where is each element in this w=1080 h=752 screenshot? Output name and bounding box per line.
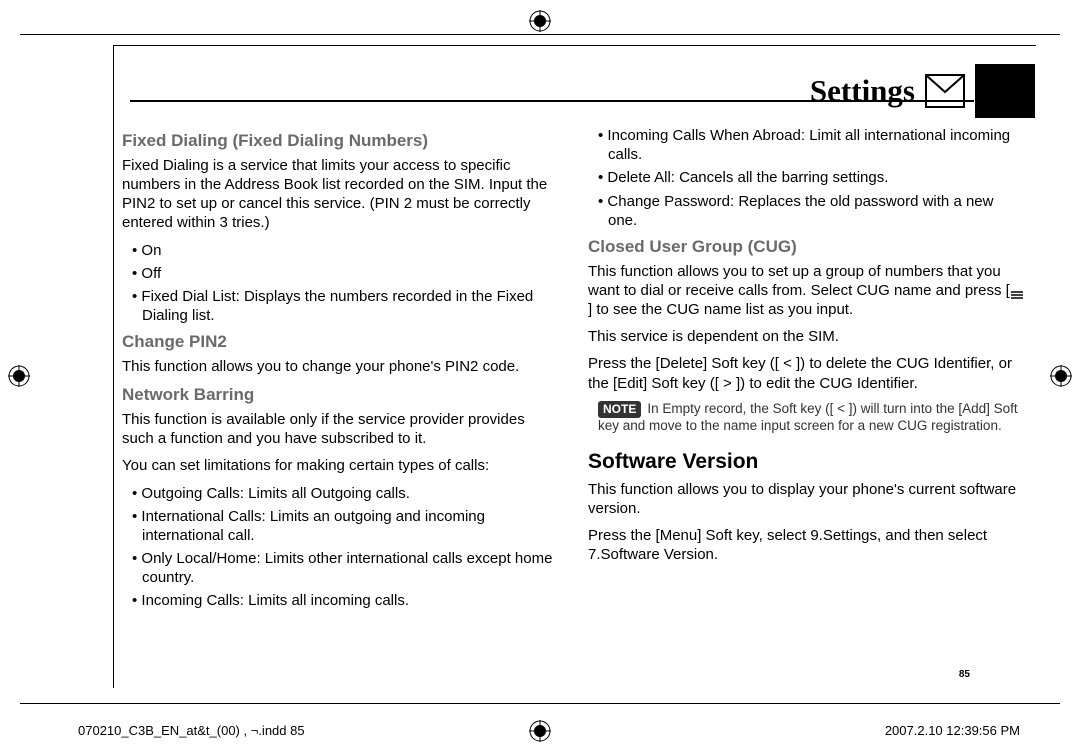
- envelope-icon: [925, 74, 965, 108]
- top-rule: [20, 34, 1060, 35]
- page-number: 85: [959, 669, 970, 680]
- bottom-rule: [20, 703, 1060, 704]
- header-underline: [130, 100, 974, 102]
- cug-description: This function allows you to set up a gro…: [588, 262, 1024, 320]
- page-frame: Settings Fixed Dialing (Fixed Dialing Nu…: [113, 45, 1036, 688]
- bullet-international: International Calls: Limits an outgoing …: [132, 507, 558, 545]
- heading-fixed-dialing: Fixed Dialing (Fixed Dialing Numbers): [122, 130, 558, 152]
- software-version-description: This function allows you to display your…: [588, 480, 1024, 518]
- heading-network-barring: Network Barring: [122, 384, 558, 406]
- software-version-path: Press the [Menu] Soft key, select 9.Sett…: [588, 526, 1024, 564]
- bullet-outgoing: Outgoing Calls: Limits all Outgoing call…: [132, 484, 558, 503]
- change-pin2-description: This function allows you to change your …: [122, 357, 558, 376]
- bullet-on: On: [132, 241, 558, 260]
- header-tab-block: [975, 64, 1035, 118]
- heading-software-version: Software Version: [588, 449, 1024, 476]
- right-column: Incoming Calls When Abroad: Limit all in…: [570, 124, 1036, 688]
- heading-change-pin2: Change PIN2: [122, 331, 558, 353]
- fixed-dialing-bullets: On Off Fixed Dial List: Displays the num…: [132, 241, 558, 326]
- heading-cug: Closed User Group (CUG): [588, 236, 1024, 258]
- page-header: Settings: [810, 69, 1035, 113]
- bullet-off: Off: [132, 264, 558, 283]
- page-title: Settings: [810, 73, 915, 109]
- bullet-local-home: Only Local/Home: Limits other internatio…: [132, 549, 558, 587]
- bullet-incoming-abroad: Incoming Calls When Abroad: Limit all in…: [598, 126, 1024, 164]
- registration-mark-right-icon: [1050, 365, 1072, 387]
- fixed-dialing-description: Fixed Dialing is a service that limits y…: [122, 156, 558, 233]
- note-text: In Empty record, the Soft key ([ < ]) wi…: [598, 401, 1018, 433]
- footer-timestamp: 2007.2.10 12:39:56 PM: [885, 723, 1020, 738]
- cug-note: NOTEIn Empty record, the Soft key ([ < ]…: [598, 401, 1020, 435]
- network-barring-p2: You can set limitations for making certa…: [122, 456, 558, 475]
- left-column: Fixed Dialing (Fixed Dialing Numbers) Fi…: [114, 124, 570, 688]
- note-label: NOTE: [598, 401, 641, 418]
- bullet-change-password: Change Password: Replaces the old passwo…: [598, 192, 1024, 230]
- registration-mark-left-icon: [8, 365, 30, 387]
- registration-mark-bottom-icon: [529, 720, 551, 742]
- barring-bullets: Outgoing Calls: Limits all Outgoing call…: [132, 484, 558, 611]
- cug-sim-note: This service is dependent on the SIM.: [588, 327, 1024, 346]
- network-barring-p1: This function is available only if the s…: [122, 410, 558, 448]
- menu-key-icon: [1010, 286, 1024, 296]
- bullet-incoming: Incoming Calls: Limits all incoming call…: [132, 591, 558, 610]
- content-area: Fixed Dialing (Fixed Dialing Numbers) Fi…: [114, 124, 1036, 688]
- footer-filename: 070210_C3B_EN_at&t_(00) , ¬.indd 85: [78, 723, 305, 738]
- cug-p1b: ] to see the CUG name list as you input.: [588, 301, 853, 318]
- cug-p1a: This function allows you to set up a gro…: [588, 263, 1010, 299]
- cug-softkeys: Press the [Delete] Soft key ([ < ]) to d…: [588, 354, 1024, 392]
- registration-mark-top-icon: [529, 10, 551, 32]
- bullet-fixed-dial-list: Fixed Dial List: Displays the numbers re…: [132, 287, 558, 325]
- barring-bullets-cont: Incoming Calls When Abroad: Limit all in…: [598, 126, 1024, 230]
- bullet-delete-all: Delete All: Cancels all the barring sett…: [598, 168, 1024, 187]
